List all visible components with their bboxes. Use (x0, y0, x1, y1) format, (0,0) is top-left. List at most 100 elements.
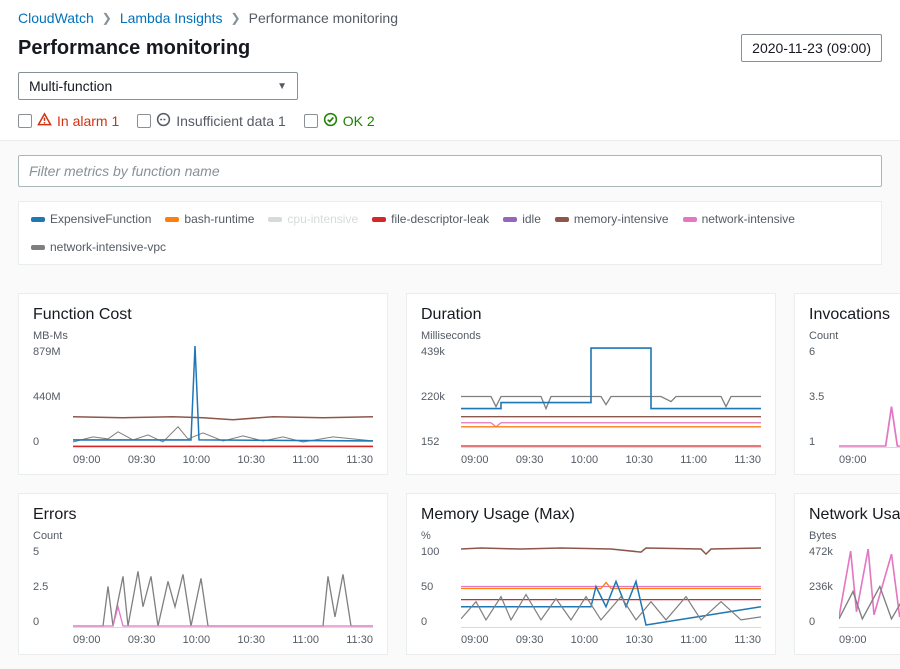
time-range-label: 2020-11-23 (09:00) (752, 40, 871, 56)
chart-title: Invocations (809, 306, 900, 324)
x-tick: 09:30 (128, 454, 156, 466)
legend-swatch-icon (31, 245, 45, 250)
breadcrumb-lambda-insights[interactable]: Lambda Insights (120, 10, 223, 26)
page-title: Performance monitoring (18, 37, 250, 60)
legend-swatch-icon (372, 217, 386, 222)
y-tick: 879M (33, 346, 71, 358)
alarm-filter-insufficient[interactable]: Insufficient data 1 (137, 112, 285, 130)
y-tick: 2.5 (33, 581, 71, 593)
function-legend: ExpensiveFunction bash-runtime cpu-intensi… (18, 201, 882, 265)
x-tick: 09:00 (461, 634, 489, 646)
legend-item-idle[interactable]: idle (503, 212, 541, 226)
y-tick: 6 (809, 346, 837, 358)
chevron-right-icon: ❯ (231, 11, 241, 25)
chart-title: Errors (33, 506, 373, 524)
x-tick: 10:00 (571, 634, 599, 646)
y-tick: 3.5 (809, 391, 837, 403)
y-tick: 439k (421, 346, 459, 358)
chart-function-cost[interactable]: Function Cost MB-Ms 879M 440M 0 (18, 293, 388, 475)
y-tick: 152 (421, 436, 459, 448)
x-tick: 11:30 (346, 454, 373, 466)
legend-label: file-descriptor-leak (391, 212, 489, 226)
checkbox-in-alarm[interactable] (18, 114, 32, 128)
view-select[interactable]: Multi-function ▼ (18, 72, 298, 100)
filter-input[interactable] (18, 155, 882, 187)
insufficient-data-icon (156, 112, 171, 130)
y-tick: 0 (421, 616, 459, 628)
legend-label: network-intensive-vpc (50, 240, 166, 254)
y-tick: 0 (33, 616, 71, 628)
chart-unit: Count (809, 330, 900, 342)
x-tick: 09:00 (461, 454, 489, 466)
x-tick: 11:30 (734, 634, 761, 646)
legend-item-network-intensive[interactable]: network-intensive (683, 212, 795, 226)
legend-item-ExpensiveFunction[interactable]: ExpensiveFunction (31, 212, 151, 226)
alarm-filter-in-alarm[interactable]: In alarm 1 (18, 112, 119, 130)
alarm-ok-label: OK 2 (343, 113, 375, 129)
x-tick: 11:30 (346, 634, 373, 646)
legend-label: idle (522, 212, 541, 226)
legend-item-cpu-intensive[interactable]: cpu-intensive (268, 212, 358, 226)
x-tick: 10:00 (183, 454, 211, 466)
x-tick: 09:00 (73, 454, 101, 466)
legend-item-network-intensive-vpc[interactable]: network-intensive-vpc (31, 240, 166, 254)
x-tick: 10:30 (237, 634, 265, 646)
legend-item-memory-intensive[interactable]: memory-intensive (555, 212, 669, 226)
chevron-down-icon: ▼ (277, 81, 287, 92)
x-tick: 10:00 (571, 454, 599, 466)
x-tick: 11:00 (680, 634, 707, 646)
legend-label: memory-intensive (574, 212, 669, 226)
legend-label: ExpensiveFunction (50, 212, 151, 226)
y-tick: 0 (33, 436, 71, 448)
breadcrumb: CloudWatch ❯ Lambda Insights ❯ Performan… (18, 10, 882, 26)
chart-memory-usage[interactable]: Memory Usage (Max) % 100 50 0 09:0009:30… (406, 493, 776, 655)
chevron-right-icon: ❯ (102, 11, 112, 25)
x-tick: 09:30 (516, 454, 544, 466)
x-tick: 11:00 (292, 454, 319, 466)
alarm-insufficient-label: Insufficient data 1 (176, 113, 285, 129)
y-tick: 0 (809, 616, 837, 628)
x-tick: 09:00 (73, 634, 101, 646)
chart-title: Network Usage (809, 506, 900, 524)
chart-unit: Milliseconds (421, 330, 761, 342)
breadcrumb-current: Performance monitoring (249, 10, 398, 26)
alarm-filter-ok[interactable]: OK 2 (304, 112, 375, 130)
legend-item-file-descriptor-leak[interactable]: file-descriptor-leak (372, 212, 489, 226)
chart-invocations[interactable]: Invocations Count 6 3.5 1 09:00 (794, 293, 900, 475)
chart-unit: Count (33, 530, 373, 542)
legend-label: network-intensive (702, 212, 795, 226)
chart-unit: MB-Ms (33, 330, 373, 342)
x-tick: 10:00 (183, 634, 211, 646)
breadcrumb-cloudwatch[interactable]: CloudWatch (18, 10, 94, 26)
y-tick: 220k (421, 391, 459, 403)
x-tick: 11:00 (680, 454, 707, 466)
y-tick: 1 (809, 436, 837, 448)
x-tick: 11:30 (734, 454, 761, 466)
alarm-in-alarm-label: In alarm 1 (57, 113, 119, 129)
legend-swatch-icon (31, 217, 45, 222)
x-tick: 09:30 (128, 634, 156, 646)
chart-errors[interactable]: Errors Count 5 2.5 0 09:00 09:30 10:00 10:3… (18, 493, 388, 655)
alarm-filter-row: In alarm 1 Insufficient data 1 OK 2 (18, 112, 882, 140)
legend-item-bash-runtime[interactable]: bash-runtime (165, 212, 254, 226)
y-tick: 5 (33, 546, 71, 558)
x-tick: 09:00 (839, 634, 867, 646)
chart-network-usage[interactable]: Network Usage Bytes 472k 236k 0 09:00 (794, 493, 900, 655)
chart-duration[interactable]: Duration Milliseconds 439k 220k 152 (406, 293, 776, 475)
x-tick: 09:00 (839, 454, 867, 466)
chart-title: Duration (421, 306, 761, 324)
chart-title: Memory Usage (Max) (421, 506, 761, 524)
legend-swatch-icon (268, 217, 282, 222)
time-range-picker[interactable]: 2020-11-23 (09:00) (741, 34, 882, 62)
x-tick: 11:00 (292, 634, 319, 646)
legend-label: cpu-intensive (287, 212, 358, 226)
y-tick: 472k (809, 546, 837, 558)
legend-swatch-icon (503, 217, 517, 222)
chart-unit: Bytes (809, 530, 900, 542)
x-tick: 10:30 (625, 634, 653, 646)
checkbox-ok[interactable] (304, 114, 318, 128)
chart-title: Function Cost (33, 306, 373, 324)
y-tick: 100 (421, 546, 459, 558)
view-select-label: Multi-function (29, 78, 112, 94)
checkbox-insufficient[interactable] (137, 114, 151, 128)
